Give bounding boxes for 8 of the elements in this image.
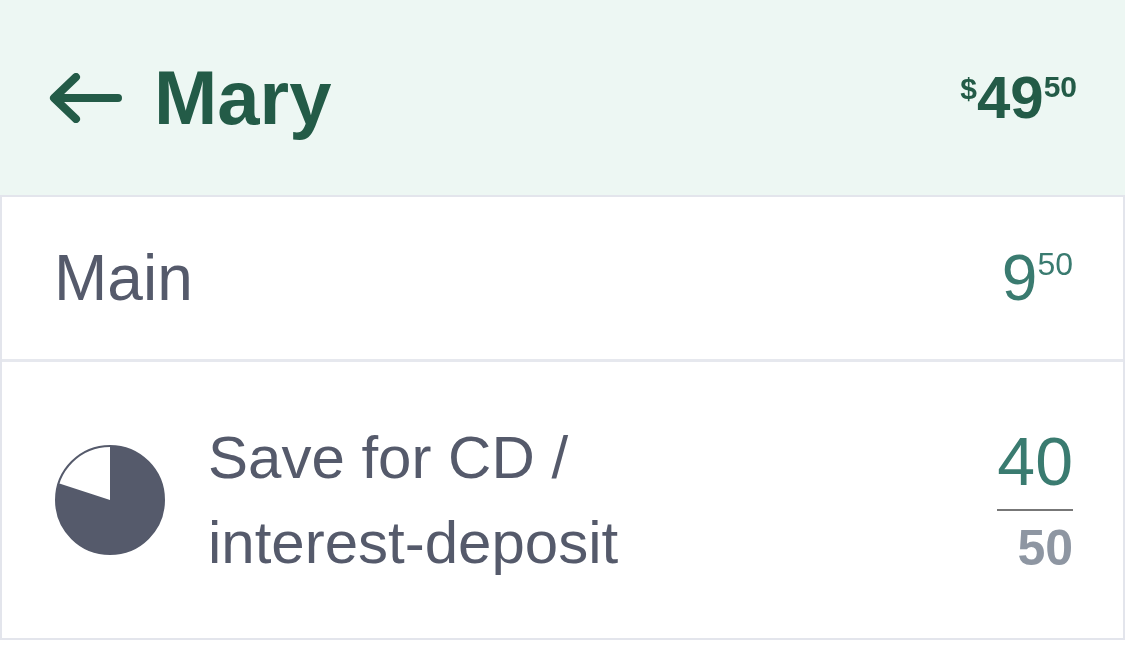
goal-name: Save for CD / interest-deposit bbox=[208, 422, 620, 578]
back-button[interactable] bbox=[48, 72, 122, 123]
saved-amount: 40 bbox=[997, 427, 1073, 511]
back-arrow-icon bbox=[48, 72, 122, 123]
account-name: Main bbox=[54, 240, 193, 316]
target-amount: 50 bbox=[1017, 523, 1073, 573]
progress-pie-icon bbox=[54, 444, 166, 556]
page-title: Mary bbox=[154, 54, 332, 141]
